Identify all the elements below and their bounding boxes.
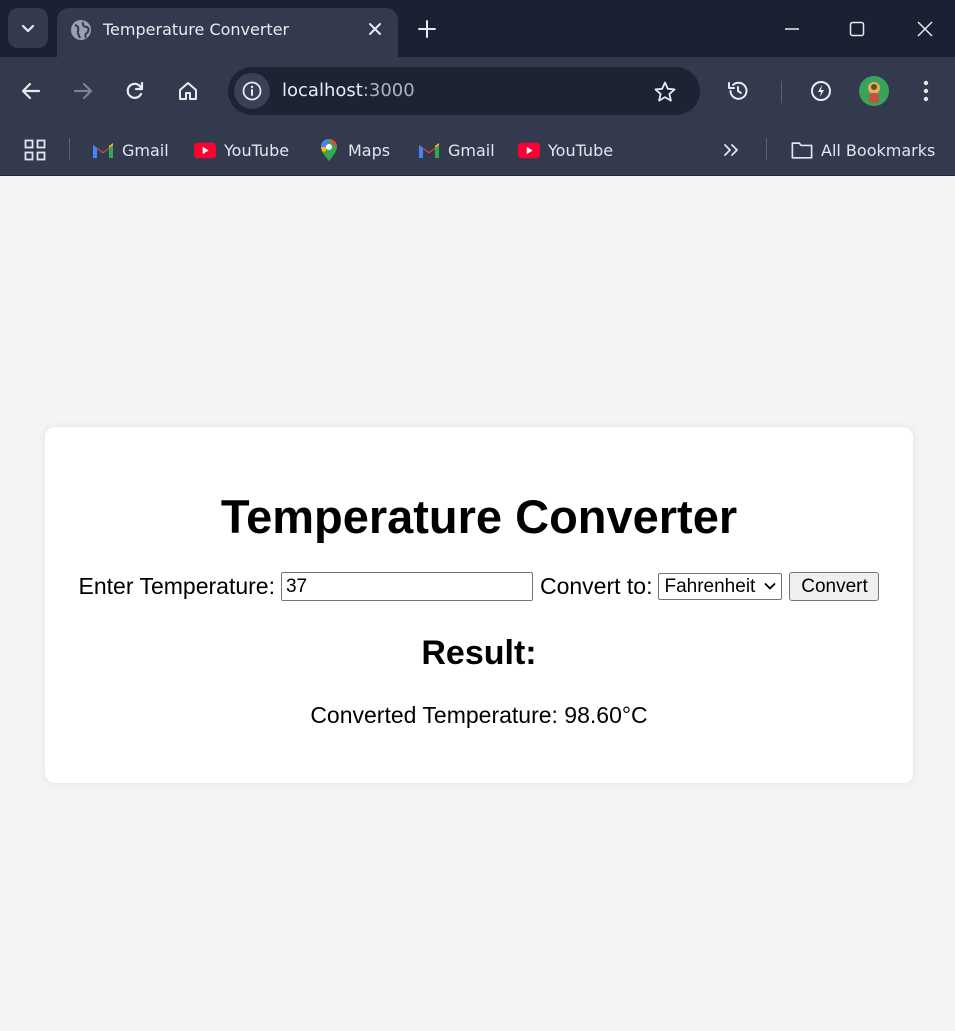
- history-button[interactable]: [721, 74, 755, 108]
- bookmark-label: YouTube: [224, 140, 290, 160]
- close-icon: [369, 23, 381, 35]
- bookmark-label: Gmail: [448, 140, 495, 160]
- tab-strip: Temperature Converter: [0, 0, 955, 57]
- page-viewport: Temperature Converter Enter Temperature:…: [0, 177, 955, 1031]
- forward-button[interactable]: [66, 74, 100, 108]
- all-bookmarks-button[interactable]: All Bookmarks: [791, 135, 935, 165]
- chevron-down-icon: [765, 583, 776, 590]
- temperature-label: Enter Temperature:: [78, 573, 275, 599]
- unit-select[interactable]: Fahrenheit: [658, 573, 783, 600]
- history-icon: [728, 81, 748, 100]
- toolbar-divider: [781, 81, 782, 103]
- close-window-button[interactable]: [910, 14, 940, 44]
- browser-toolbar: localhost:3000: [0, 57, 955, 125]
- all-bookmarks-label: All Bookmarks: [821, 140, 936, 160]
- folder-icon: [791, 139, 813, 161]
- star-icon: [654, 81, 676, 102]
- youtube-icon: [194, 139, 216, 161]
- tab-search-button[interactable]: [8, 8, 48, 48]
- chevron-down-icon: [21, 24, 35, 33]
- gmail-icon: [92, 139, 114, 161]
- arrow-left-icon: [21, 82, 41, 100]
- result-heading: Result:: [421, 634, 537, 672]
- tab-close-button[interactable]: [362, 16, 388, 42]
- bookmark-gmail[interactable]: Gmail: [92, 135, 169, 165]
- youtube-icon: [518, 139, 540, 161]
- bookmarks-divider: [766, 138, 767, 160]
- plus-icon: [418, 20, 436, 38]
- info-icon: [242, 81, 262, 101]
- maps-icon: [318, 139, 340, 161]
- minimize-button[interactable]: [777, 14, 807, 44]
- home-icon: [179, 82, 197, 100]
- globe-icon: [71, 20, 91, 40]
- bookmark-label: YouTube: [548, 140, 614, 160]
- converter-form: Enter Temperature: Convert to: Fahrenhei…: [45, 572, 913, 601]
- maximize-icon: [849, 21, 865, 37]
- tab-title: Temperature Converter: [103, 20, 290, 39]
- energy-saver-icon: [811, 81, 831, 101]
- bookmark-youtube[interactable]: YouTube: [518, 135, 613, 165]
- maximize-button[interactable]: [842, 14, 872, 44]
- gmail-icon: [418, 139, 440, 161]
- back-button[interactable]: [14, 74, 48, 108]
- result-text: Converted Temperature: 98.60°C: [310, 702, 648, 728]
- reload-button[interactable]: [118, 74, 152, 108]
- double-chevron-right-icon: [724, 144, 738, 156]
- url-host: localhost: [282, 80, 363, 101]
- bookmark-youtube[interactable]: YouTube: [194, 135, 289, 165]
- bookmark-label: Maps: [348, 140, 391, 160]
- convert-to-label: Convert to:: [539, 573, 653, 599]
- arrow-right-icon: [73, 82, 93, 100]
- profile-avatar[interactable]: [857, 74, 891, 108]
- menu-button[interactable]: [909, 74, 943, 108]
- url-text: localhost:3000: [282, 80, 415, 101]
- bookmark-gmail[interactable]: Gmail: [418, 135, 495, 165]
- apps-button[interactable]: [24, 135, 46, 165]
- site-info-button[interactable]: [234, 73, 270, 109]
- bookmarks-divider: [69, 138, 70, 160]
- active-tab[interactable]: Temperature Converter: [57, 8, 398, 57]
- bookmark-label: Gmail: [122, 140, 169, 160]
- url-port: :3000: [362, 80, 415, 101]
- convert-button[interactable]: Convert: [789, 572, 880, 601]
- unit-select-value: Fahrenheit: [664, 575, 756, 597]
- temperature-input[interactable]: [280, 572, 533, 601]
- bookmarks-bar: Gmail YouTube Maps Gmail YouTube All Boo…: [0, 125, 955, 176]
- performance-button[interactable]: [804, 74, 838, 108]
- minimize-icon: [785, 28, 799, 30]
- new-tab-button[interactable]: [414, 16, 440, 42]
- reload-icon: [126, 81, 144, 99]
- bookmark-star-button[interactable]: [652, 79, 678, 105]
- bookmark-maps[interactable]: Maps: [318, 135, 390, 165]
- page-title: Temperature Converter: [220, 490, 738, 543]
- converter-card: Temperature Converter Enter Temperature:…: [45, 427, 913, 783]
- more-bookmarks-button[interactable]: [722, 135, 740, 165]
- kebab-menu-icon: [923, 80, 929, 102]
- apps-grid-icon: [24, 139, 46, 161]
- avatar-icon: [859, 76, 889, 106]
- home-button[interactable]: [171, 74, 205, 108]
- address-bar[interactable]: localhost:3000: [228, 67, 700, 115]
- close-icon: [917, 21, 933, 37]
